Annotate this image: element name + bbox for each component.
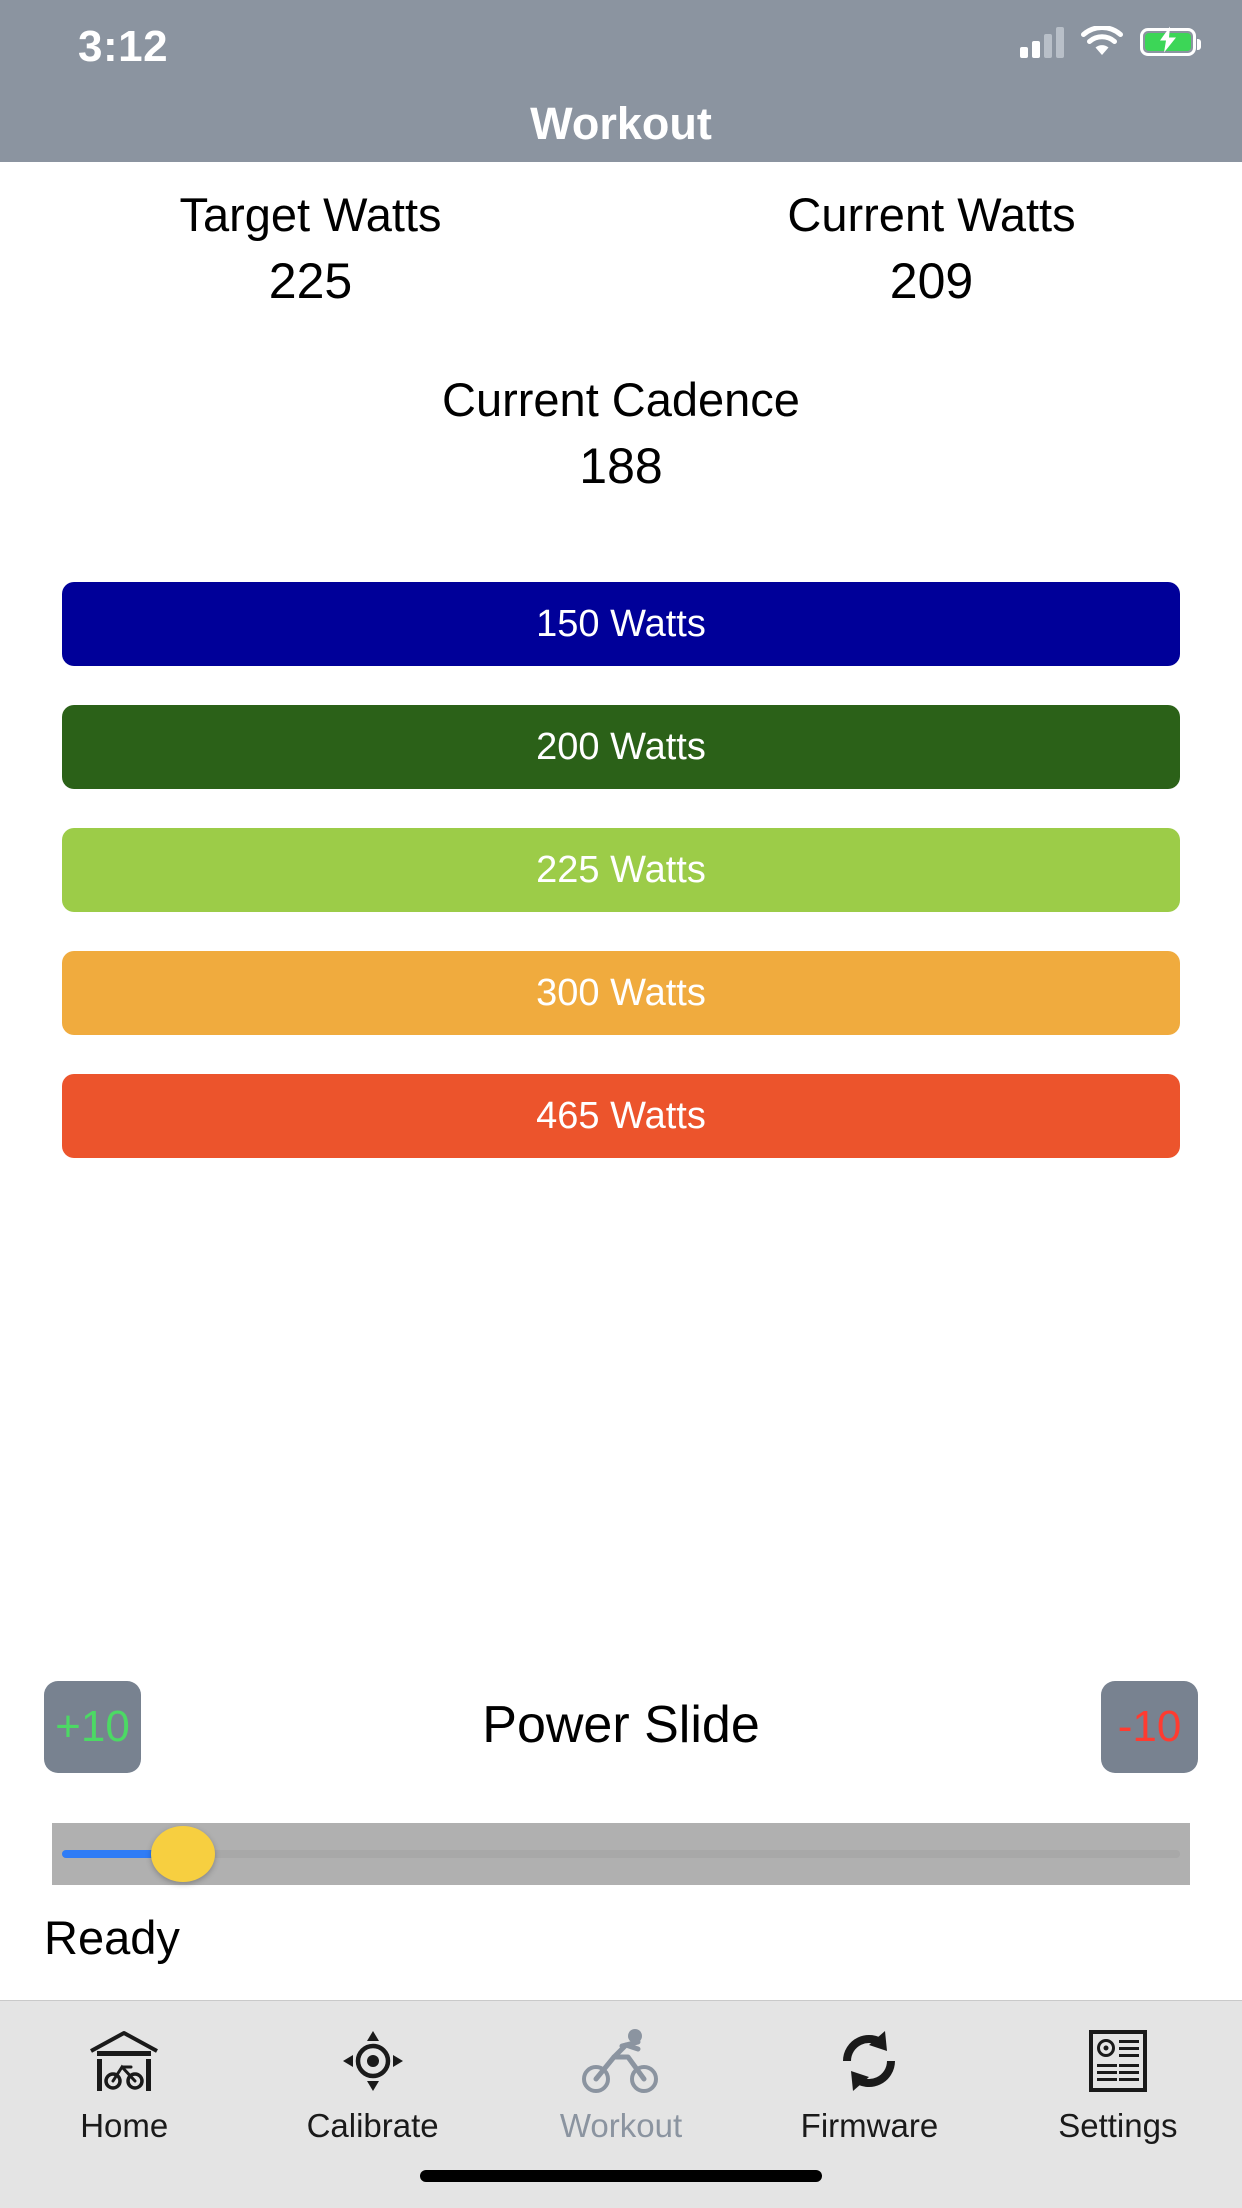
power-slide-title: Power Slide bbox=[482, 1696, 760, 1754]
wifi-icon bbox=[1081, 25, 1123, 58]
watt-preset-300[interactable]: 300 Watts bbox=[62, 951, 1180, 1035]
current-watts-label: Current Watts bbox=[787, 188, 1076, 241]
tab-workout-label: Workout bbox=[559, 2107, 683, 2144]
power-slider[interactable] bbox=[52, 1823, 1190, 1885]
tab-firmware[interactable]: Firmware bbox=[745, 2023, 993, 2145]
tab-workout[interactable]: Workout bbox=[497, 2023, 745, 2145]
metric-target-watts: Target Watts 225 bbox=[0, 188, 621, 311]
tab-settings[interactable]: Settings bbox=[994, 2023, 1242, 2145]
metric-current-cadence: Current Cadence 188 bbox=[0, 372, 1242, 495]
crosshair-target-icon bbox=[341, 2023, 405, 2099]
current-watts-value: 209 bbox=[889, 252, 974, 309]
watt-preset-150[interactable]: 150 Watts bbox=[62, 582, 1180, 666]
tab-calibrate[interactable]: Calibrate bbox=[248, 2023, 496, 2145]
status-message: Ready bbox=[44, 1911, 180, 1964]
current-cadence-label: Current Cadence bbox=[442, 373, 800, 426]
target-watts-value: 225 bbox=[268, 252, 353, 309]
tab-calibrate-label: Calibrate bbox=[306, 2107, 439, 2144]
garage-bike-icon bbox=[87, 2023, 161, 2099]
current-cadence-value: 188 bbox=[579, 438, 663, 494]
status-bar-clock: 3:12 bbox=[78, 22, 169, 71]
power-slide-controls: +10 Power Slide -10 bbox=[0, 1681, 1242, 1773]
tab-home-label: Home bbox=[80, 2107, 169, 2144]
phone-screen: 3:12 Workout Target Watts 225 Current Wa… bbox=[0, 0, 1242, 2208]
cellular-signal-icon bbox=[1020, 26, 1064, 58]
battery-charging-icon bbox=[1140, 26, 1201, 56]
tab-bar: Home Calibrate Workout Firmware Settings bbox=[0, 2000, 1242, 2208]
metric-current-watts: Current Watts 209 bbox=[621, 188, 1242, 311]
tab-settings-label: Settings bbox=[1058, 2107, 1178, 2144]
slider-track bbox=[62, 1850, 1180, 1858]
metrics-row: Target Watts 225 Current Watts 209 bbox=[0, 188, 1242, 311]
watt-preset-465[interactable]: 465 Watts bbox=[62, 1074, 1180, 1158]
tab-firmware-label: Firmware bbox=[800, 2107, 939, 2144]
slider-thumb[interactable] bbox=[150, 1826, 215, 1882]
watt-preset-200[interactable]: 200 Watts bbox=[62, 705, 1180, 789]
document-at-icon bbox=[1085, 2023, 1151, 2099]
target-watts-label: Target Watts bbox=[179, 188, 442, 241]
home-indicator[interactable] bbox=[420, 2170, 822, 2182]
refresh-sync-icon bbox=[837, 2023, 901, 2099]
watt-preset-225[interactable]: 225 Watts bbox=[62, 828, 1180, 912]
status-bar: 3:12 Workout bbox=[0, 0, 1242, 162]
tab-home[interactable]: Home bbox=[0, 2023, 248, 2145]
status-bar-indicators bbox=[1020, 25, 1201, 58]
page-title: Workout bbox=[530, 98, 712, 149]
decrease-power-button[interactable]: -10 bbox=[1101, 1681, 1198, 1773]
cyclist-icon bbox=[578, 2023, 664, 2099]
watt-preset-list: 150 Watts 200 Watts 225 Watts 300 Watts … bbox=[62, 582, 1180, 1197]
